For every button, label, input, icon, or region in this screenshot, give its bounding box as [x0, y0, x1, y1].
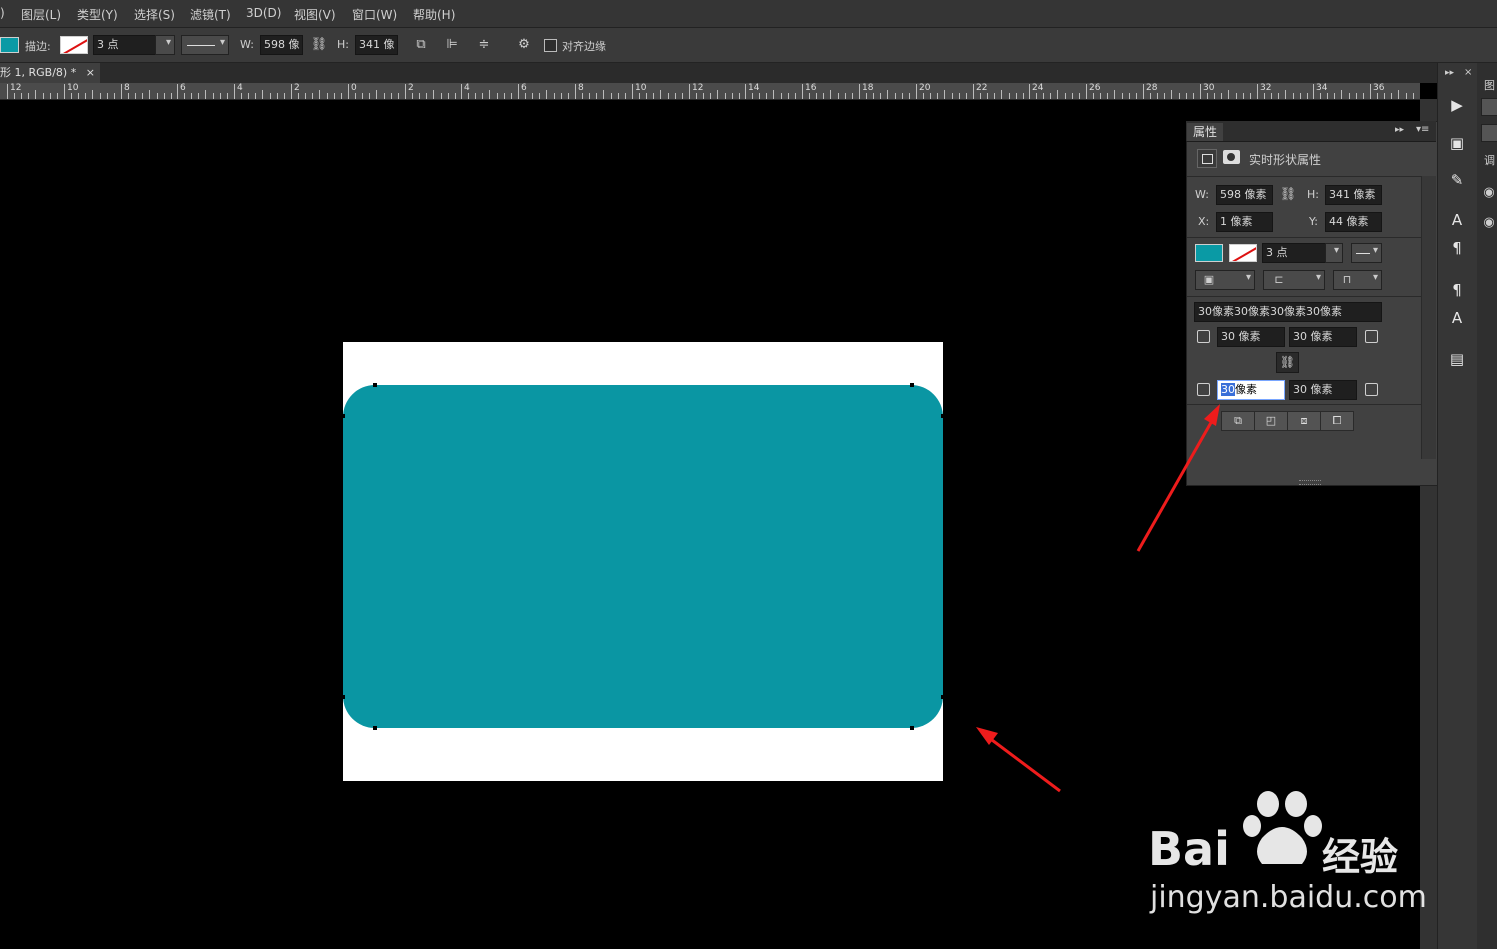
watermark-brand-cn: 经验: [1322, 835, 1399, 879]
watermark-url: jingyan.baidu.com: [1150, 880, 1427, 915]
watermark-brand: Bai: [1148, 822, 1230, 876]
baidu-paw-icon: [1243, 791, 1322, 864]
annotation-overlay: [976, 404, 1322, 864]
